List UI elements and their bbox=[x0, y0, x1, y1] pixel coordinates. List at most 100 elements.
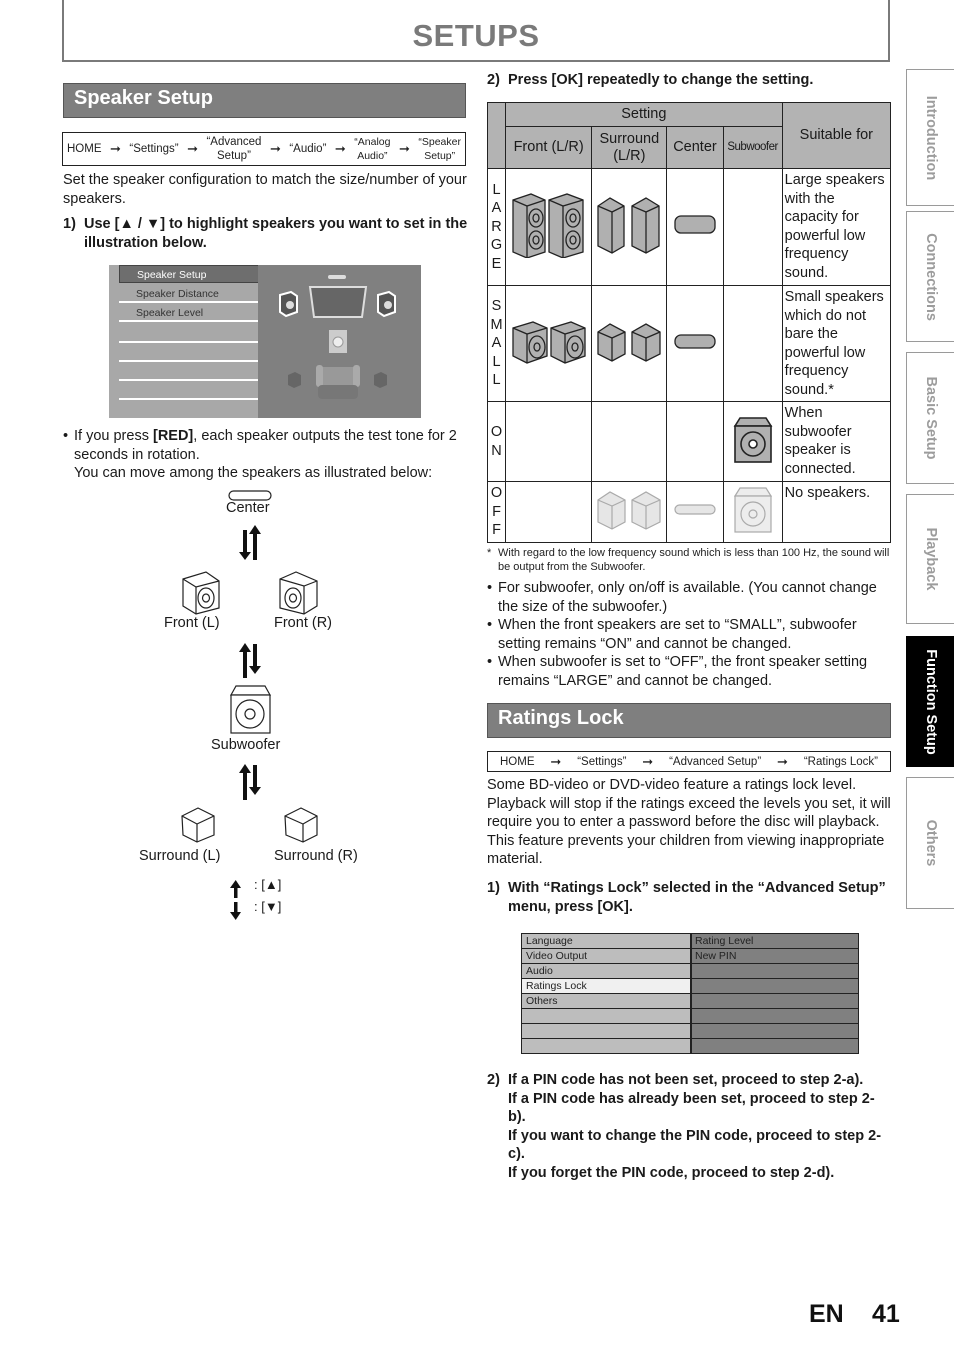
menu-item-empty bbox=[119, 342, 258, 362]
center-off-icon bbox=[666, 481, 724, 543]
step-text-line: If a PIN code has not been set, proceed … bbox=[508, 1072, 864, 1088]
path-step: “Settings” bbox=[577, 755, 627, 768]
bullet-text: You can move among the speakers as illus… bbox=[74, 465, 433, 481]
speaker-step-2: 2) Press [OK] repeatedly to change the s… bbox=[487, 71, 892, 90]
red-button-note: If you press [RED], each speaker outputs… bbox=[63, 427, 468, 483]
note-item: When the front speakers are set to “SMAL… bbox=[487, 616, 892, 653]
header-center: Center bbox=[666, 126, 724, 169]
suitable-small: Small speakers which do not bare the pow… bbox=[781, 285, 892, 402]
note-item: When subwoofer is set to “OFF”, the fron… bbox=[487, 653, 892, 690]
tab-label: Basic Setup bbox=[922, 376, 939, 460]
step-text-line: If you want to change the PIN code, proc… bbox=[508, 1127, 882, 1163]
speaker-step-1: 1) Use [▲ / ▼] to highlight speakers you… bbox=[63, 215, 468, 252]
center-speaker-icon bbox=[666, 285, 724, 402]
submenu-item-empty bbox=[692, 1039, 858, 1053]
center-speaker-icon bbox=[666, 168, 724, 286]
speaker-setup-menu-screenshot: Speaker Setup Speaker Distance Speaker L… bbox=[109, 265, 421, 418]
menu-item-speaker-setup[interactable]: Speaker Setup bbox=[119, 265, 261, 283]
side-tab-connections[interactable]: Connections bbox=[906, 211, 954, 342]
front-right-speaker-icon bbox=[279, 571, 318, 615]
ratings-step-2: 2) If a PIN code has not been set, proce… bbox=[487, 1071, 892, 1182]
speaker-setup-intro: Set the speaker configuration to match t… bbox=[63, 172, 467, 207]
subwoofer-on-icon bbox=[722, 401, 783, 482]
table-row-small: S M A L L Small speakers which do not ba… bbox=[486, 285, 892, 402]
header-setting: Setting bbox=[505, 102, 783, 127]
menu-item-language[interactable]: Language bbox=[522, 934, 690, 948]
menu-item-speaker-distance[interactable]: Speaker Distance bbox=[119, 285, 258, 303]
speaker-layout-preview bbox=[258, 265, 421, 418]
suitable-on: When subwoofer speaker is connected. bbox=[781, 401, 892, 482]
arrow-right-icon: ➞ bbox=[187, 141, 198, 156]
arrow-right-icon: ➞ bbox=[109, 141, 121, 156]
side-tab-basic-setup[interactable]: Basic Setup bbox=[906, 352, 954, 484]
submenu-item-empty bbox=[692, 979, 858, 993]
arrow-right-icon: ➞ bbox=[334, 141, 346, 156]
menu-item-speaker-level[interactable]: Speaker Level bbox=[119, 304, 258, 322]
footnote: * With regard to the low frequency sound… bbox=[487, 547, 892, 574]
step-text-line: If a PIN code has already been set, proc… bbox=[508, 1090, 875, 1126]
footnote-mark: * bbox=[487, 547, 492, 559]
speaker-setup-heading: Speaker Setup bbox=[63, 83, 466, 118]
menu-item-empty bbox=[522, 1009, 690, 1023]
page-title-box: SETUPS bbox=[62, 0, 890, 62]
surround-right-label: Surround (R) bbox=[274, 848, 358, 864]
step-text-line: If you forget the PIN code, proceed to s… bbox=[508, 1164, 835, 1181]
front-right-speaker-icon bbox=[377, 290, 396, 318]
header-subwoofer: Subwoofer bbox=[722, 126, 783, 169]
note-item: For subwoofer, only on/off is available.… bbox=[487, 579, 892, 616]
subwoofer-icon bbox=[229, 685, 272, 734]
empty-cell bbox=[666, 401, 724, 482]
menu-item-empty bbox=[522, 1039, 690, 1053]
front-left-speaker-icon bbox=[279, 290, 298, 318]
surround-left-speaker-icon bbox=[181, 807, 215, 843]
listener-chair-icon bbox=[316, 365, 360, 399]
empty-cell bbox=[591, 401, 668, 482]
menu-item-empty bbox=[119, 323, 258, 343]
arrow-up-icon bbox=[230, 880, 241, 898]
path-step: “Ratings Lock” bbox=[803, 755, 878, 768]
red-button-label: [RED] bbox=[152, 428, 194, 444]
subwoofer-off-icon bbox=[722, 481, 783, 543]
row-label-on: O N bbox=[486, 401, 507, 482]
bullet-item: If you press [RED], each speaker outputs… bbox=[63, 427, 468, 483]
surround-left-label: Surround (L) bbox=[139, 848, 221, 864]
front-right-label: Front (R) bbox=[274, 615, 332, 631]
menu-item-audio[interactable]: Audio bbox=[522, 964, 690, 978]
empty-cell bbox=[722, 285, 783, 402]
front-left-label: Front (L) bbox=[164, 615, 220, 631]
path-step: HOME bbox=[67, 143, 102, 155]
ratings-lock-intro: Some BD-video or DVD-video feature a rat… bbox=[487, 777, 891, 867]
empty-cell bbox=[505, 401, 593, 482]
side-tab-playback[interactable]: Playback bbox=[906, 494, 954, 624]
ratings-step-1: 1) With “Ratings Lock” selected in the “… bbox=[487, 879, 892, 916]
up-down-arrows-icon bbox=[239, 643, 261, 678]
side-tab-introduction[interactable]: Introduction bbox=[906, 69, 954, 206]
tab-label: Playback bbox=[922, 527, 939, 591]
menu-item-ratings-lock[interactable]: Ratings Lock bbox=[522, 979, 690, 993]
surround-right-speaker-icon bbox=[284, 807, 318, 843]
ratings-lock-nav-path: HOME ➞ “Settings” ➞ “Advanced Setup” ➞ “… bbox=[487, 751, 891, 772]
speaker-setup-nav-path: HOME ➞ “Settings” ➞ “Advanced Setup” ➞ “… bbox=[62, 132, 466, 166]
row-label-small: S M A L L bbox=[486, 285, 507, 402]
side-tab-others[interactable]: Others bbox=[906, 777, 954, 909]
suitable-off: No speakers. bbox=[781, 481, 892, 543]
side-tab-function-setup[interactable]: Function Setup bbox=[906, 636, 954, 767]
step-text: Press [OK] repeatedly to change the sett… bbox=[508, 72, 814, 88]
menu-item-others[interactable]: Others bbox=[522, 994, 690, 1008]
center-speaker-icon bbox=[328, 275, 346, 279]
submenu-item-rating-level[interactable]: Rating Level bbox=[692, 934, 858, 948]
header-surround: Surround (L/R) bbox=[591, 126, 668, 169]
submenu-item-new-pin[interactable]: New PIN bbox=[692, 949, 858, 963]
path-step: “Settings” bbox=[129, 143, 179, 155]
path-step: “Advanced Setup” bbox=[206, 136, 262, 162]
center-speaker-icon bbox=[228, 490, 272, 501]
path-step: “Speaker Setup” bbox=[418, 136, 461, 162]
header-front: Front (L/R) bbox=[505, 126, 593, 169]
speaker-settings-table: Setting Suitable for Front (L/R) Surroun… bbox=[486, 102, 892, 543]
menu-item-empty bbox=[119, 380, 258, 400]
bullet-text: If you press bbox=[74, 428, 153, 444]
tab-label: Connections bbox=[922, 232, 939, 321]
menu-item-video-output[interactable]: Video Output bbox=[522, 949, 690, 963]
arrow-right-icon: ➞ bbox=[642, 753, 654, 769]
table-row-on: O N When subwoofer speaker is connected. bbox=[486, 401, 892, 482]
